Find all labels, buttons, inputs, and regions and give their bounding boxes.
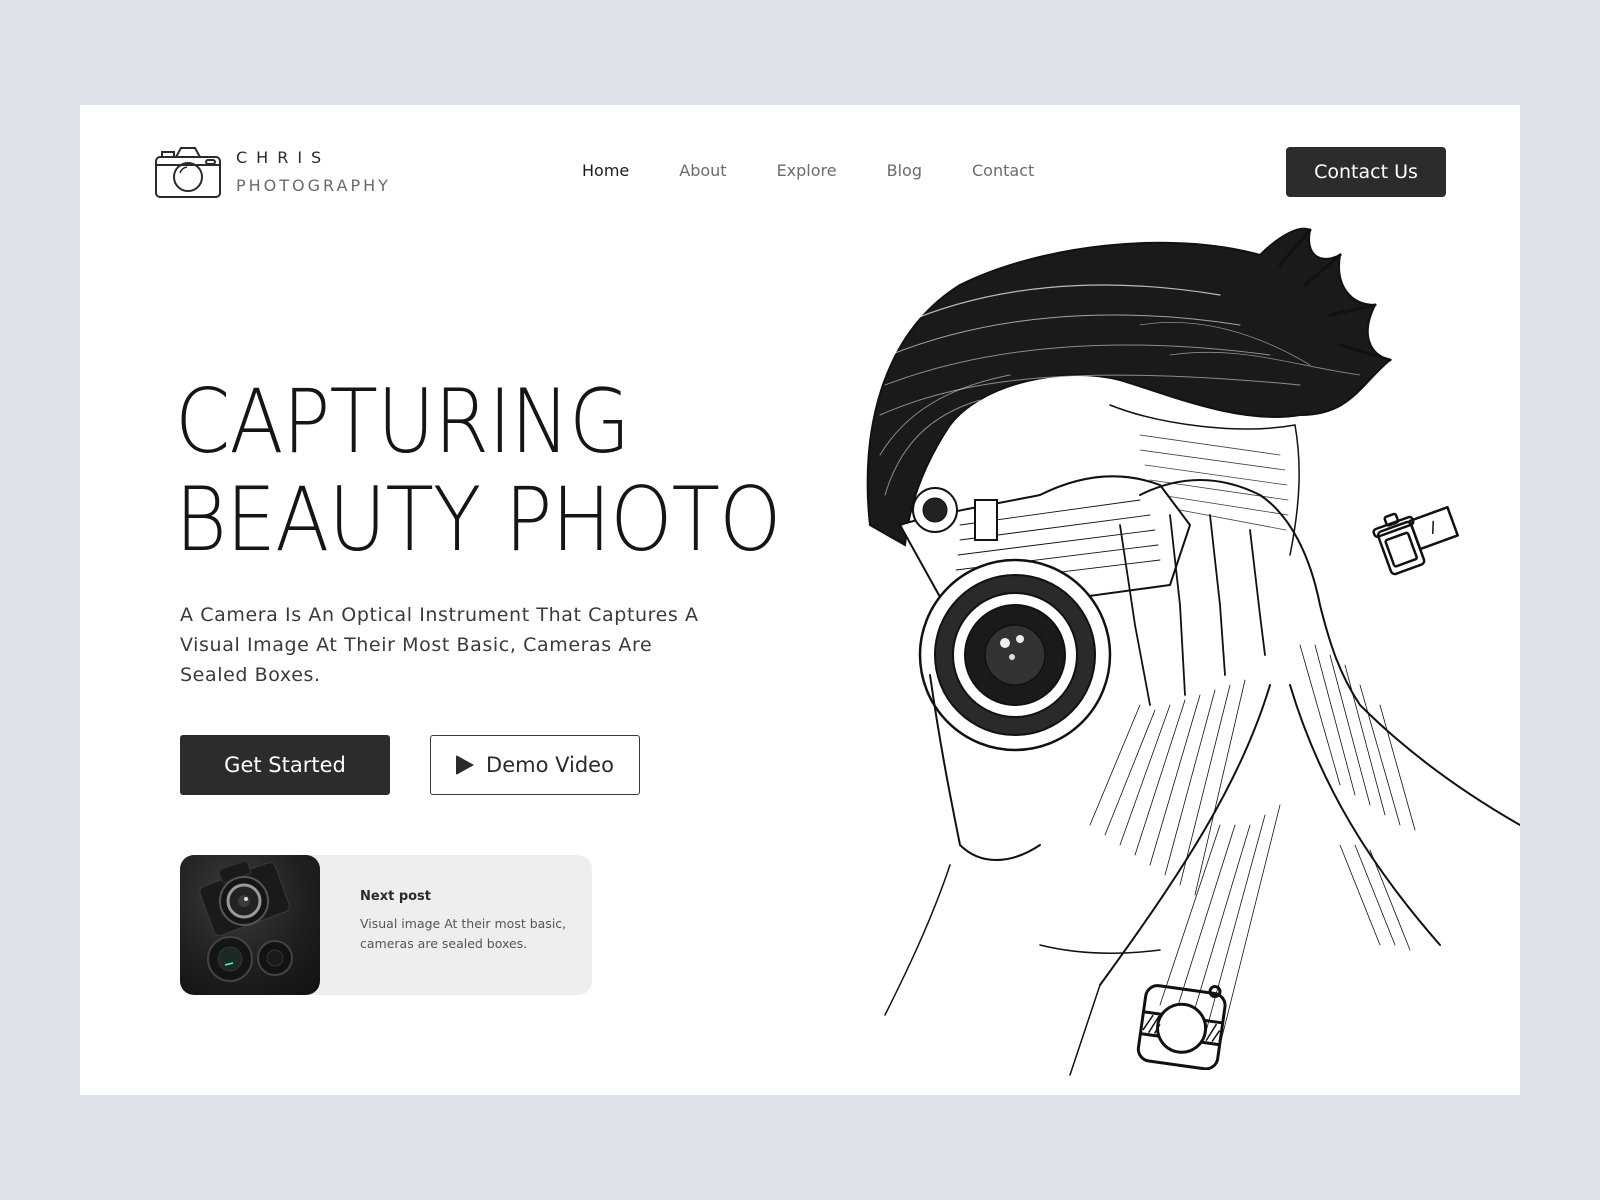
brand-name: CHRIS [236,148,331,167]
contact-us-button[interactable]: Contact Us [1286,147,1446,197]
hero-title: CAPTURING BEAUTY PHOTO [175,373,781,569]
camera-lenses-photo [199,860,293,982]
hero-description: A Camera Is An Optical Instrument That C… [180,604,699,686]
demo-video-button[interactable]: Demo Video [430,735,640,795]
camera-icon [155,147,221,198]
camera-sketch [898,475,1192,752]
next-post-card[interactable]: Next post Visual image At their most bas… [180,855,592,995]
photographer-illustration [866,227,1520,1076]
instant-camera-icon [1136,984,1227,1070]
nav-item-about[interactable]: About [679,161,726,180]
hero-title-line2: BEAUTY PHOTO [175,468,781,571]
nav-item-blog[interactable]: Blog [887,161,922,180]
nav-item-home[interactable]: Home [582,161,629,180]
get-started-button[interactable]: Get Started [180,735,390,795]
next-post-title: Next post [360,889,432,904]
play-icon [456,755,475,775]
film-roll-icon [1372,505,1459,576]
nav-item-contact[interactable]: Contact [972,161,1034,180]
next-post-thumbnail [180,855,320,995]
next-post-excerpt: Visual image At their most basic, camera… [360,916,567,951]
brand-logo[interactable]: CHRIS PHOTOGRAPHY [154,145,391,199]
hero-title-line1: CAPTURING [175,370,630,473]
nav-item-explore[interactable]: Explore [777,161,837,180]
main-nav: Home About Explore Blog Contact [582,161,1084,180]
brand-tagline: PHOTOGRAPHY [236,176,391,195]
landing-page-card: CHRIS PHOTOGRAPHY Home About Explore Blo… [80,105,1520,1095]
demo-video-label: Demo Video [486,753,614,777]
